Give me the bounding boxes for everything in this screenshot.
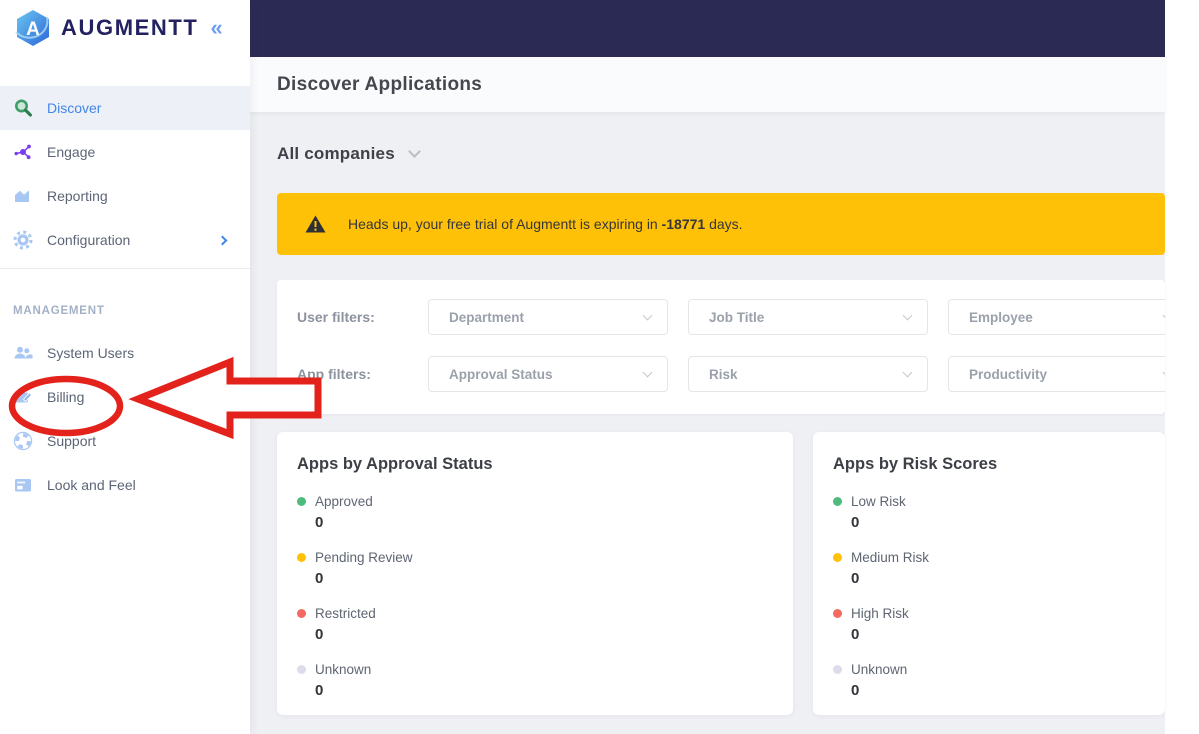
productivity-filter-select[interactable]: Productivity [948, 356, 1165, 392]
employee-filter-select[interactable]: Employee [948, 299, 1165, 335]
warning-triangle-icon [305, 215, 326, 233]
lifebuoy-icon [13, 431, 33, 451]
management-nav: System Users Billing Support Look and Fe… [0, 331, 250, 507]
brand-wordmark: AUGMENTT [61, 15, 199, 40]
logo-row: A AUGMENTT « [0, 0, 250, 56]
users-icon [13, 343, 33, 363]
sidebar-item-engage[interactable]: Engage [0, 130, 250, 174]
sidebar-item-label: Configuration [47, 232, 131, 248]
chevron-down-icon [1162, 310, 1165, 321]
legend-value: 0 [851, 570, 860, 587]
svg-text:A: A [26, 19, 40, 40]
magnifier-icon [13, 98, 33, 118]
chevron-down-icon [407, 145, 421, 158]
sidebar-item-support[interactable]: Support [0, 419, 250, 463]
legend-value: 0 [315, 626, 324, 643]
sidebar-item-label: Discover [47, 100, 102, 116]
legend-item: Pending Review 0 [297, 550, 773, 587]
sidebar-item-reporting[interactable]: Reporting [0, 174, 250, 218]
card-title: Apps by Risk Scores [833, 455, 998, 473]
sidebar-item-look-and-feel[interactable]: Look and Feel [0, 463, 250, 507]
augmentt-logo-icon: A [13, 8, 53, 48]
page-header: Discover Applications [250, 57, 1165, 112]
page-title: Discover Applications [277, 73, 483, 95]
legend-dot [297, 497, 306, 506]
company-selector-value: All companies [277, 144, 395, 163]
legend-dot [833, 553, 842, 562]
sidebar-item-label: Engage [47, 144, 96, 160]
legend-item: Low Risk 0 [833, 494, 1145, 531]
legend-dot [833, 497, 842, 506]
billing-icon [13, 387, 33, 407]
legend-dot [833, 665, 842, 674]
chevron-down-icon [642, 367, 653, 378]
appearance-card-icon [13, 475, 33, 495]
sidebar-item-label: Support [47, 433, 97, 449]
approval-status-filter-select[interactable]: Approval Status [428, 356, 668, 392]
legend-value: 0 [851, 682, 860, 699]
filters-panel: User filters: Department Job Title Emplo… [277, 280, 1165, 414]
sidebar-item-discover[interactable]: Discover [0, 86, 250, 130]
main-area: Discover Applications All companies Head… [250, 0, 1165, 734]
legend-value: 0 [315, 514, 324, 531]
legend-value: 0 [851, 514, 860, 531]
app-filters-label: App filters: [297, 366, 371, 382]
sidebar-item-configuration[interactable]: Configuration [0, 218, 250, 262]
legend-item: Approved 0 [297, 494, 773, 531]
network-icon [13, 142, 33, 162]
job-title-filter-select[interactable]: Job Title [688, 299, 928, 335]
legend-value: 0 [315, 570, 324, 587]
gear-icon [13, 230, 33, 250]
sidebar-item-system-users[interactable]: System Users [0, 331, 250, 375]
company-selector[interactable]: All companies [277, 144, 421, 164]
trial-days-remaining: -18771 [661, 216, 706, 232]
user-filters-label: User filters: [297, 309, 375, 325]
legend-dot [297, 665, 306, 674]
legend-item: Restricted 0 [297, 606, 773, 643]
sidebar-item-label: System Users [47, 345, 135, 361]
expand-chevron-icon[interactable] [217, 235, 228, 245]
primary-nav: Discover Engage Reporting Configuration [0, 86, 250, 262]
management-section-label: MANAGEMENT [13, 305, 105, 317]
legend-dot [833, 609, 842, 618]
chevron-down-icon [1162, 367, 1165, 378]
sidebar-divider [0, 268, 250, 269]
sidebar-item-label: Reporting [47, 188, 108, 204]
chart-icon [13, 186, 33, 206]
legend-dot [297, 609, 306, 618]
topbar [250, 0, 1165, 57]
legend-item: Medium Risk 0 [833, 550, 1145, 587]
legend-value: 0 [851, 626, 860, 643]
sidebar-item-label: Billing [47, 389, 85, 405]
trial-warning-banner: Heads up, your free trial of Augmentt is… [277, 193, 1165, 255]
legend-item: Unknown 0 [297, 662, 773, 699]
sidebar: A AUGMENTT « Discover Engage Reporting C… [0, 0, 250, 734]
card-title: Apps by Approval Status [297, 455, 493, 473]
content: All companies Heads up, your free trial … [250, 144, 1165, 715]
legend-dot [297, 553, 306, 562]
legend-item: Unknown 0 [833, 662, 1145, 699]
chevron-down-icon [902, 310, 913, 321]
summary-cards: Apps by Approval Status Approved 0 Pendi… [277, 432, 1165, 715]
risk-scores-card: Apps by Risk Scores Low Risk 0 Medium Ri… [813, 432, 1165, 715]
chevron-down-icon [642, 310, 653, 321]
sidebar-collapse-icon[interactable]: « [210, 17, 222, 39]
chevron-down-icon [902, 367, 913, 378]
risk-filter-select[interactable]: Risk [688, 356, 928, 392]
sidebar-item-billing[interactable]: Billing [0, 375, 250, 419]
department-filter-select[interactable]: Department [428, 299, 668, 335]
legend-value: 0 [315, 682, 324, 699]
approval-status-card: Apps by Approval Status Approved 0 Pendi… [277, 432, 793, 715]
legend-item: High Risk 0 [833, 606, 1145, 643]
trial-warning-text: Heads up, your free trial of Augmentt is… [348, 216, 743, 232]
sidebar-item-label: Look and Feel [47, 477, 136, 493]
